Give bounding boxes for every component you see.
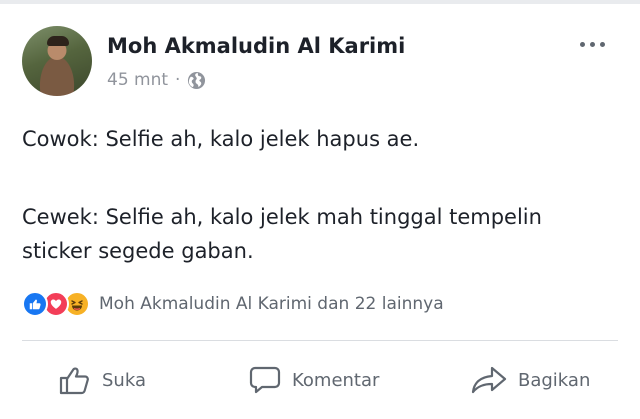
post-timestamp[interactable]: 45 mnt — [107, 70, 168, 90]
post-text-line: sticker segede gaban. — [22, 239, 254, 263]
like-reaction-icon — [22, 291, 48, 317]
comment-button-label: Komentar — [292, 369, 380, 391]
share-arrow-icon — [471, 366, 507, 394]
avatar-photo — [47, 36, 69, 46]
facebook-post: Moh Akmaludin Al Karimi 45 mnt · Cowok: … — [0, 4, 640, 419]
author-name[interactable]: Moh Akmaludin Al Karimi — [107, 34, 405, 58]
more-dot — [589, 41, 595, 47]
post-text-paragraph-1: Cowok: Selfie ah, kalo jelek hapus ae. — [22, 122, 419, 156]
post-text-line: Cowok: Selfie ah, kalo jelek hapus ae. — [22, 127, 420, 151]
reactions-label: Moh Akmaludin Al Karimi dan 22 lainnya — [99, 294, 444, 314]
post-meta: 45 mnt · — [107, 70, 206, 90]
globe-icon[interactable] — [187, 71, 206, 90]
post-text-paragraph-2: Cewek: Selfie ah, kalo jelek mah tinggal… — [22, 200, 542, 268]
reactions-summary[interactable]: Moh Akmaludin Al Karimi dan 22 lainnya — [22, 289, 444, 319]
comment-bubble-icon — [249, 366, 281, 394]
more-options-icon[interactable] — [574, 34, 610, 54]
more-dot — [579, 41, 585, 47]
comment-button[interactable]: Komentar — [248, 360, 379, 400]
share-button-label: Bagikan — [518, 369, 591, 391]
thumbs-up-icon — [59, 367, 89, 395]
actions-divider — [22, 340, 618, 341]
share-button[interactable]: Bagikan — [470, 360, 590, 400]
meta-separator: · — [175, 70, 181, 90]
like-button-label: Suka — [102, 369, 146, 391]
more-dot — [599, 41, 605, 47]
author-avatar[interactable] — [22, 26, 92, 96]
like-button[interactable]: Suka — [58, 360, 146, 400]
post-text-line: Cewek: Selfie ah, kalo jelek mah tinggal… — [22, 205, 542, 229]
